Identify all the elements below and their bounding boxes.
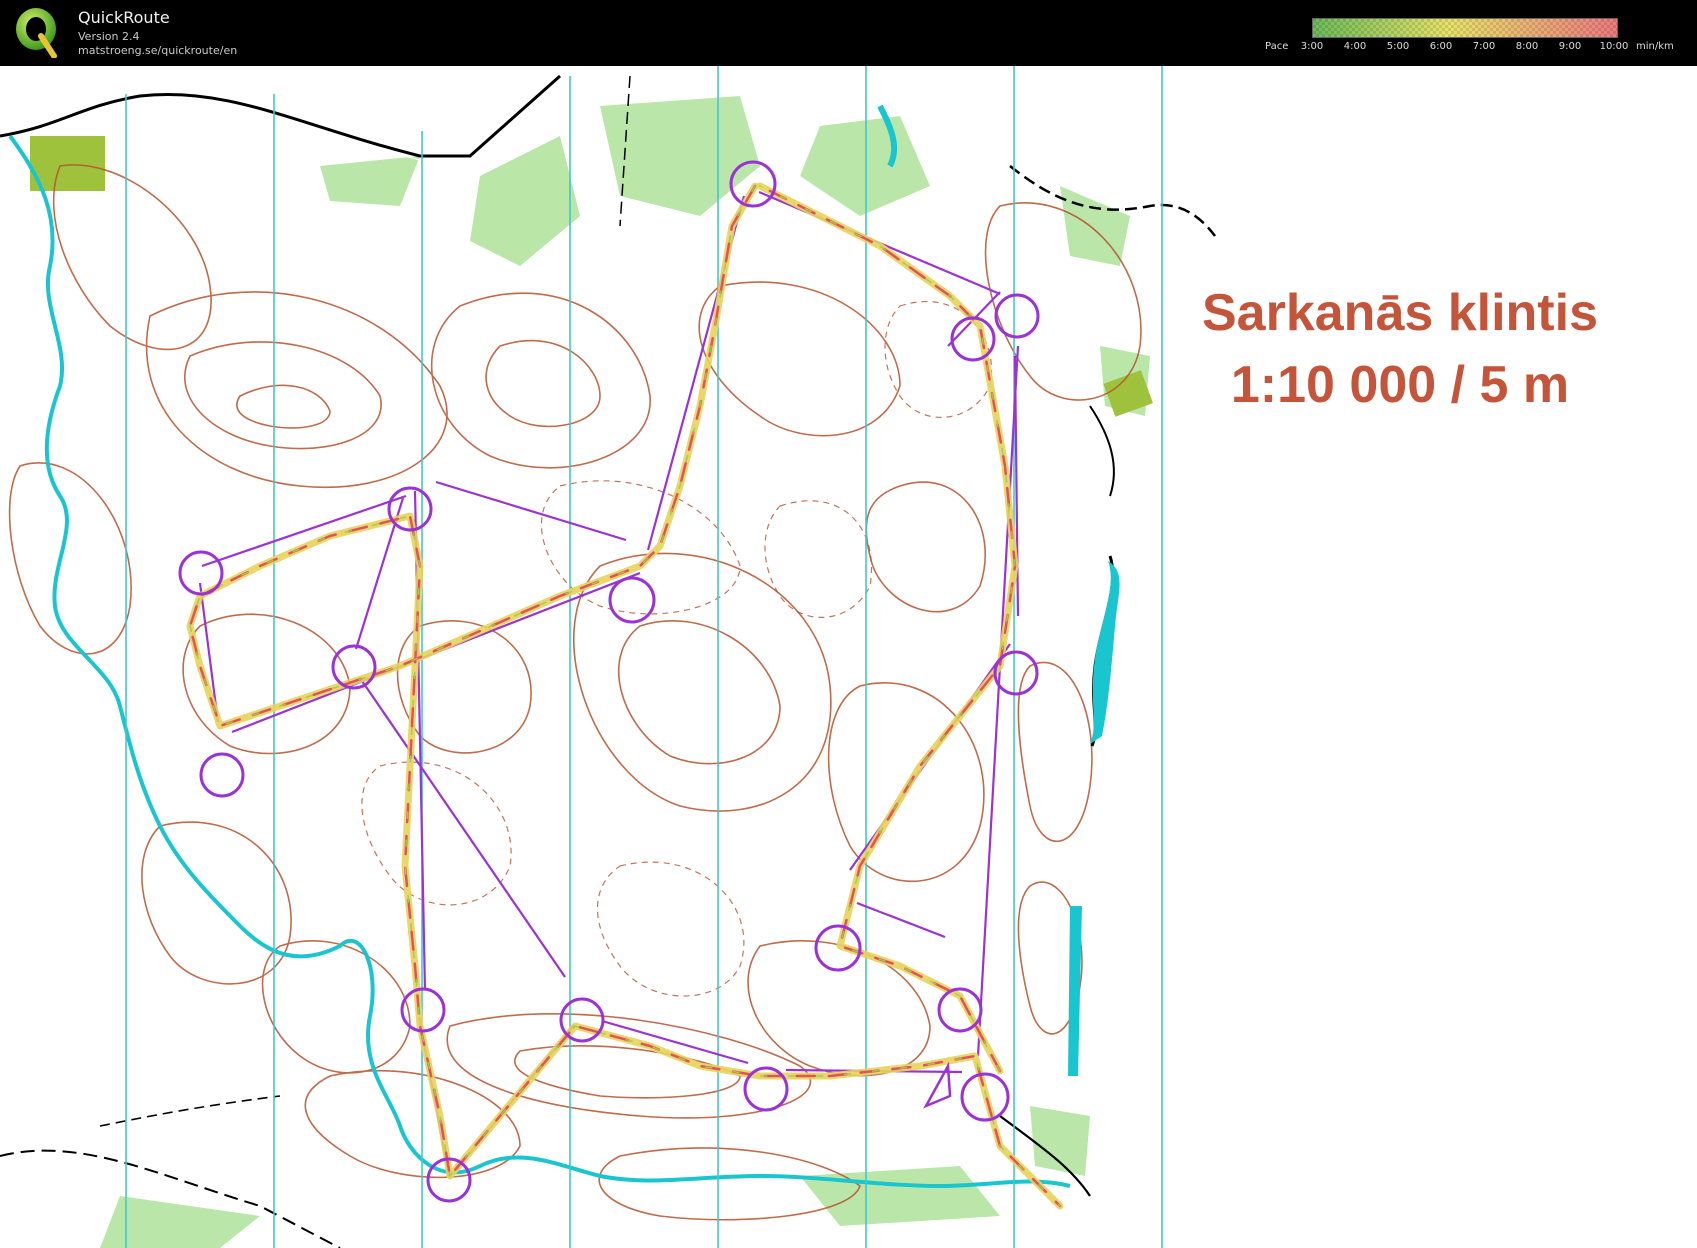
pace-label: Pace bbox=[1265, 41, 1289, 52]
pace-color-bar bbox=[1312, 18, 1618, 38]
pace-tick: 10:00 bbox=[1599, 41, 1629, 52]
map-scale: 1:10 000 / 5 m bbox=[1230, 356, 1570, 414]
pace-tick: 3:00 bbox=[1300, 41, 1324, 52]
pace-unit: min/km bbox=[1636, 41, 1674, 52]
app-url: matstroeng.se/quickroute/en bbox=[78, 44, 238, 57]
orienteering-map[interactable] bbox=[0, 66, 1697, 1248]
pace-tick: 6:00 bbox=[1429, 41, 1453, 52]
field-patch bbox=[30, 136, 105, 191]
pace-tick: 4:00 bbox=[1343, 41, 1367, 52]
pace-tick: 8:00 bbox=[1515, 41, 1539, 52]
quickroute-logo-icon bbox=[16, 8, 57, 58]
pace-tick: 5:00 bbox=[1386, 41, 1410, 52]
app-title: QuickRoute bbox=[78, 8, 170, 27]
pace-tick: 9:00 bbox=[1558, 41, 1582, 52]
app-version: Version 2.4 bbox=[78, 30, 140, 43]
app-header: QuickRoute Version 2.4 matstroeng.se/qui… bbox=[0, 0, 1697, 66]
map-title: Sarkanās klintis bbox=[1202, 284, 1598, 342]
pace-tick: 7:00 bbox=[1472, 41, 1496, 52]
